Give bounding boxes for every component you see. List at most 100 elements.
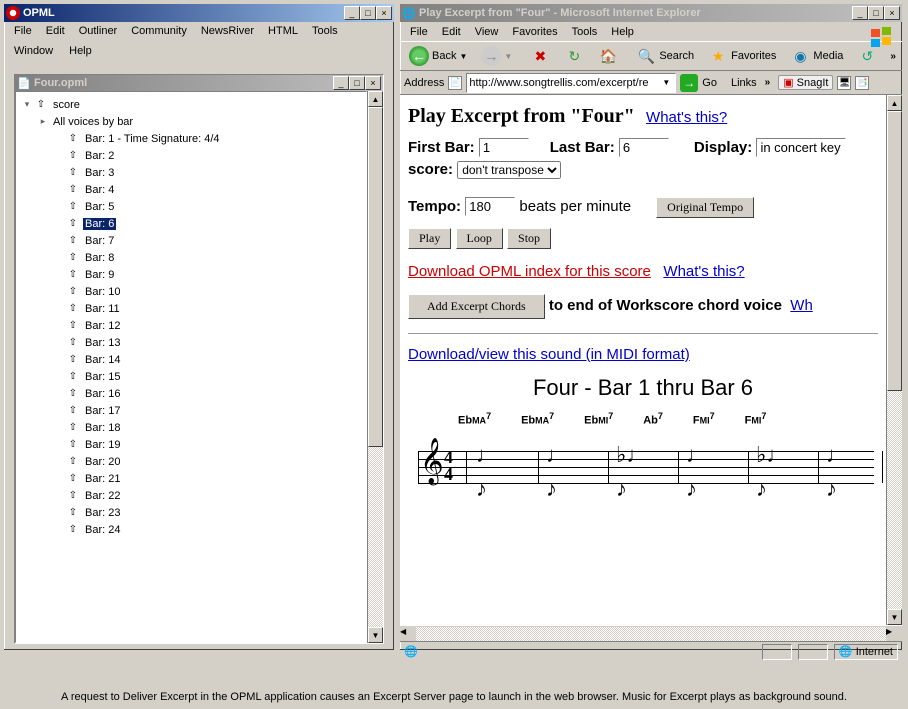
opml-doc-titlebar[interactable]: 📄 Four.opml _ □ × xyxy=(15,75,383,91)
display-input[interactable] xyxy=(756,138,846,157)
download-opml-link[interactable]: Download OPML index for this score xyxy=(408,263,651,280)
first-bar-input[interactable] xyxy=(479,138,529,157)
page-scrollbar[interactable]: ▲ ▼ xyxy=(886,95,902,625)
tree-node[interactable]: ▸⇧Bar: 10 xyxy=(16,283,366,300)
opml-menu-edit[interactable]: Edit xyxy=(40,24,71,38)
back-dropdown-icon[interactable]: ▼ xyxy=(459,52,467,61)
address-input[interactable] xyxy=(466,73,676,93)
tree-node[interactable]: ▸⇧Bar: 12 xyxy=(16,317,366,334)
tree-node[interactable]: ▸⇧Bar: 22 xyxy=(16,487,366,504)
whats-this-link-2[interactable]: What's this? xyxy=(663,263,744,280)
opml-menu-file[interactable]: File xyxy=(8,24,38,38)
opml-titlebar[interactable]: OPML _ □ × xyxy=(4,4,394,22)
url-dropdown-icon[interactable]: ▼ xyxy=(662,78,670,87)
page-scroll-up[interactable]: ▲ xyxy=(887,95,902,111)
scroll-up-button[interactable]: ▲ xyxy=(368,91,383,107)
hscroll-track[interactable] xyxy=(416,627,886,641)
tree-node[interactable]: ▸⇧Bar: 11 xyxy=(16,300,366,317)
minimize-button[interactable]: _ xyxy=(344,6,360,20)
tree-node[interactable]: ▸⇧Bar: 13 xyxy=(16,334,366,351)
add-excerpt-chords-button[interactable]: Add Excerpt Chords xyxy=(408,294,545,319)
tree-node[interactable]: ▸⇧Bar: 3 xyxy=(16,164,366,181)
ie-menu-view[interactable]: View xyxy=(469,25,505,39)
toolbar-overflow[interactable]: » xyxy=(886,51,900,62)
hscroll-left[interactable]: ◀ xyxy=(400,627,416,641)
forward-button[interactable]: → ▼ xyxy=(476,44,517,68)
opml-menu-newsriver[interactable]: NewsRiver xyxy=(195,24,260,38)
back-button[interactable]: ← Back ▼ xyxy=(404,44,472,68)
hscroll-right[interactable]: ▶ xyxy=(886,627,902,641)
last-bar-input[interactable] xyxy=(619,138,669,157)
tree-node[interactable]: ▸⇧Bar: 7 xyxy=(16,232,366,249)
download-midi-link[interactable]: Download/view this sound (in MIDI format… xyxy=(408,346,690,363)
links-label[interactable]: Links xyxy=(731,77,757,89)
ie-menu-help[interactable]: Help xyxy=(605,25,640,39)
tree-node[interactable]: ▸⇧Bar: 1 - Time Signature: 4/4 xyxy=(16,130,366,147)
doc-close-button[interactable]: × xyxy=(365,76,381,90)
doc-maximize-button[interactable]: □ xyxy=(349,76,365,90)
ie-maximize-button[interactable]: □ xyxy=(868,6,884,20)
media-button[interactable]: ◉ Media xyxy=(785,44,848,68)
disclosure-arrow-icon[interactable]: ▾ xyxy=(22,100,32,110)
outline-tree[interactable]: ▾⇧score▸All voices by bar▸⇧Bar: 1 - Time… xyxy=(15,91,367,643)
tree-node[interactable]: ▸⇧Bar: 8 xyxy=(16,249,366,266)
page-scroll-thumb[interactable] xyxy=(887,111,902,391)
opml-menu-tools[interactable]: Tools xyxy=(306,24,344,38)
tree-node[interactable]: ▾⇧score xyxy=(16,96,366,113)
links-overflow[interactable]: » xyxy=(761,77,775,88)
tree-node[interactable]: ▸⇧Bar: 19 xyxy=(16,436,366,453)
transpose-select[interactable]: don't transpose xyxy=(457,161,561,179)
loop-button[interactable]: Loop xyxy=(456,228,503,249)
tree-node[interactable]: ▸⇧Bar: 17 xyxy=(16,402,366,419)
toolbar-extra-1[interactable]: 🖥 xyxy=(837,76,851,90)
tree-node[interactable]: ▸All voices by bar xyxy=(16,113,366,130)
scroll-thumb[interactable] xyxy=(368,107,383,447)
doc-minimize-button[interactable]: _ xyxy=(333,76,349,90)
whats-this-link-3-partial[interactable]: Wh xyxy=(790,297,813,314)
stop-button[interactable]: ✖ xyxy=(525,44,555,68)
refresh-button[interactable]: ↻ xyxy=(559,44,589,68)
tree-node[interactable]: ▸⇧Bar: 16 xyxy=(16,385,366,402)
tree-node[interactable]: ▸⇧Bar: 4 xyxy=(16,181,366,198)
snagit-button[interactable]: ▣ SnagIt xyxy=(778,75,833,90)
ie-menu-favorites[interactable]: Favorites xyxy=(506,25,563,39)
original-tempo-button[interactable]: Original Tempo xyxy=(656,197,754,218)
maximize-button[interactable]: □ xyxy=(360,6,376,20)
page-scroll-track[interactable] xyxy=(887,391,902,609)
tree-node[interactable]: ▸⇧Bar: 24 xyxy=(16,521,366,538)
whats-this-link-1[interactable]: What's this? xyxy=(646,109,727,126)
fwd-dropdown-icon[interactable]: ▼ xyxy=(504,52,512,61)
opml-menu-html[interactable]: HTML xyxy=(262,24,304,38)
tree-node[interactable]: ▸⇧Bar: 21 xyxy=(16,470,366,487)
opml-menu-window[interactable]: Window xyxy=(8,44,59,58)
tree-node[interactable]: ▸⇧Bar: 9 xyxy=(16,266,366,283)
tree-node[interactable]: ▸⇧Bar: 2 xyxy=(16,147,366,164)
ie-menu-edit[interactable]: Edit xyxy=(436,25,467,39)
tree-node[interactable]: ▸⇧Bar: 14 xyxy=(16,351,366,368)
search-button[interactable]: 🔍 Search xyxy=(631,44,699,68)
opml-menu-help[interactable]: Help xyxy=(63,44,98,58)
ie-close-button[interactable]: × xyxy=(884,6,900,20)
tree-node[interactable]: ▸⇧Bar: 5 xyxy=(16,198,366,215)
opml-menu-outliner[interactable]: Outliner xyxy=(73,24,124,38)
ie-titlebar[interactable]: 🌐 Play Excerpt from "Four" - Microsoft I… xyxy=(400,4,902,22)
tree-node[interactable]: ▸⇧Bar: 6 xyxy=(16,215,366,232)
opml-menu-community[interactable]: Community xyxy=(125,24,193,38)
tempo-input[interactable] xyxy=(465,197,515,216)
ie-minimize-button[interactable]: _ xyxy=(852,6,868,20)
scroll-track[interactable] xyxy=(368,447,383,627)
go-button[interactable]: → xyxy=(680,74,698,92)
toolbar-extra-2[interactable]: 📑 xyxy=(855,76,869,90)
ie-menu-file[interactable]: File xyxy=(404,25,434,39)
ie-menu-tools[interactable]: Tools xyxy=(566,25,604,39)
tree-node[interactable]: ▸⇧Bar: 20 xyxy=(16,453,366,470)
favorites-button[interactable]: ★ Favorites xyxy=(703,44,781,68)
close-button[interactable]: × xyxy=(376,6,392,20)
disclosure-arrow-icon[interactable]: ▸ xyxy=(38,117,48,127)
home-button[interactable]: 🏠 xyxy=(593,44,623,68)
stop-button[interactable]: Stop xyxy=(507,228,551,249)
tree-node[interactable]: ▸⇧Bar: 18 xyxy=(16,419,366,436)
tree-scrollbar[interactable]: ▲ ▼ xyxy=(367,91,383,643)
tree-node[interactable]: ▸⇧Bar: 23 xyxy=(16,504,366,521)
tree-node[interactable]: ▸⇧Bar: 15 xyxy=(16,368,366,385)
